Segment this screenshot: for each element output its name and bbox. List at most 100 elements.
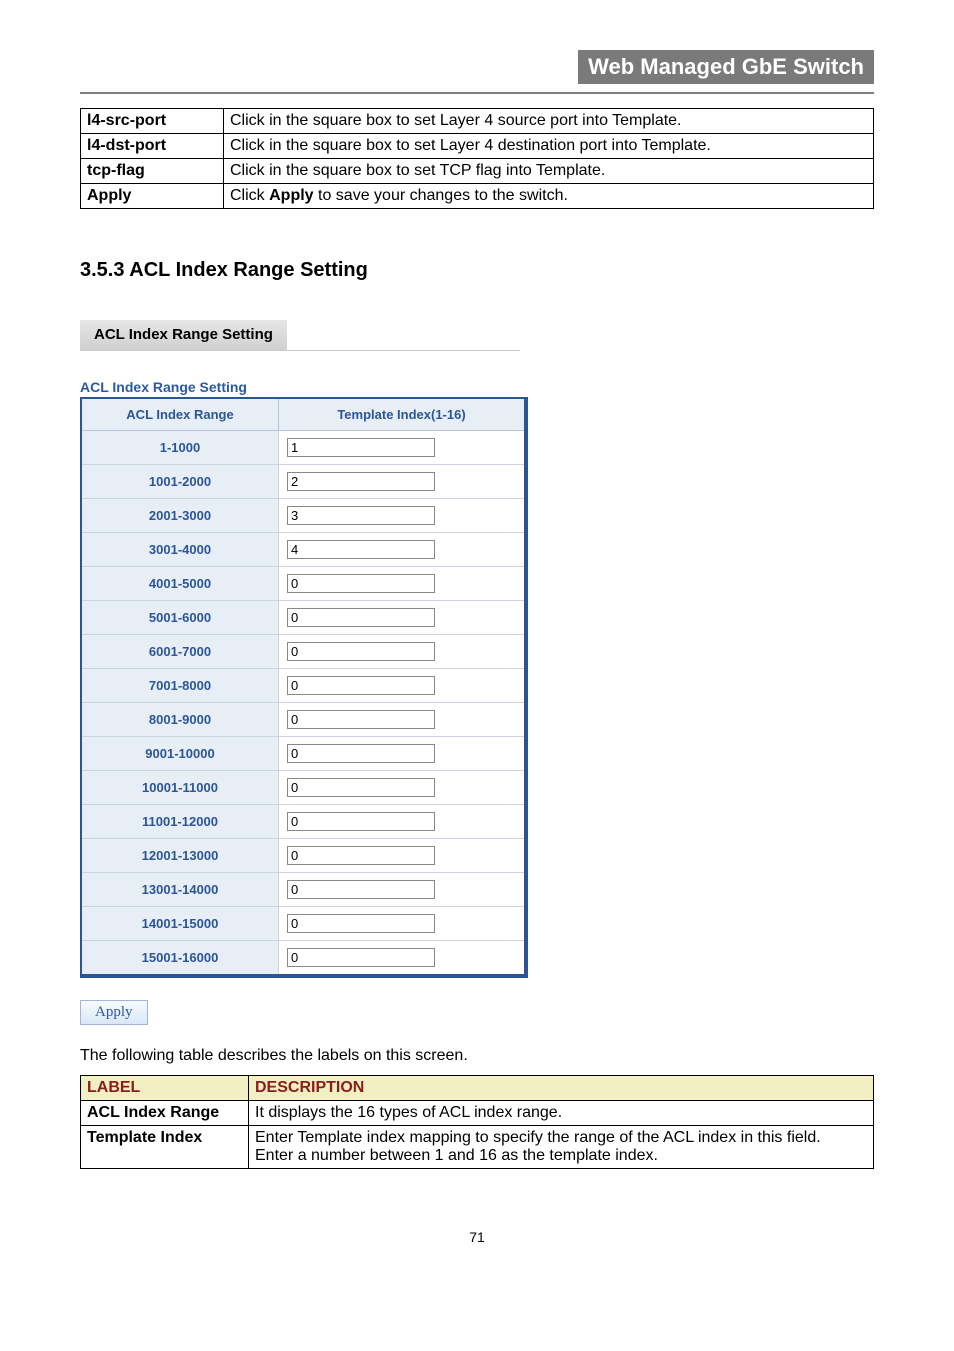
template-index-input[interactable]: [287, 744, 435, 763]
acl-range-cell: 11001-12000: [81, 805, 279, 839]
template-index-input[interactable]: [287, 506, 435, 525]
table-row: 14001-15000: [81, 907, 526, 941]
template-index-input[interactable]: [287, 676, 435, 695]
template-index-input[interactable]: [287, 710, 435, 729]
top-table-desc: Click in the square box to set TCP flag …: [224, 159, 874, 184]
header-title: Web Managed GbE Switch: [578, 50, 874, 84]
table-row: 6001-7000: [81, 635, 526, 669]
acl-value-cell: [279, 839, 527, 873]
acl-range-cell: 10001-11000: [81, 771, 279, 805]
template-index-input[interactable]: [287, 778, 435, 797]
acl-range-cell: 1001-2000: [81, 465, 279, 499]
acl-value-cell: [279, 907, 527, 941]
label-cell: ACL Index Range: [81, 1101, 249, 1126]
acl-value-cell: [279, 431, 527, 465]
acl-range-cell: 3001-4000: [81, 533, 279, 567]
table-row: 12001-13000: [81, 839, 526, 873]
acl-value-cell: [279, 737, 527, 771]
acl-value-cell: [279, 533, 527, 567]
table-row: 15001-16000: [81, 941, 526, 977]
acl-range-cell: 5001-6000: [81, 601, 279, 635]
table-row: Template IndexEnter Template index mappi…: [81, 1126, 874, 1169]
top-table-label: tcp-flag: [81, 159, 224, 184]
acl-range-cell: 8001-9000: [81, 703, 279, 737]
template-index-input[interactable]: [287, 880, 435, 899]
acl-value-cell: [279, 567, 527, 601]
top-table-desc: Click in the square box to set Layer 4 d…: [224, 134, 874, 159]
top-table-desc: Click Apply to save your changes to the …: [224, 184, 874, 209]
acl-range-cell: 7001-8000: [81, 669, 279, 703]
acl-range-cell: 2001-3000: [81, 499, 279, 533]
acl-col-template: Template Index(1-16): [279, 398, 527, 431]
acl-value-cell: [279, 873, 527, 907]
acl-range-cell: 13001-14000: [81, 873, 279, 907]
template-index-input[interactable]: [287, 608, 435, 627]
label-col-desc: DESCRIPTION: [249, 1076, 874, 1101]
section-heading: 3.5.3 ACL Index Range Setting: [80, 259, 874, 282]
acl-value-cell: [279, 941, 527, 977]
acl-range-cell: 15001-16000: [81, 941, 279, 977]
acl-range-cell: 6001-7000: [81, 635, 279, 669]
table-row: 7001-8000: [81, 669, 526, 703]
table-row: 5001-6000: [81, 601, 526, 635]
table-row: l4-dst-portClick in the square box to se…: [81, 134, 874, 159]
table-row: 1001-2000: [81, 465, 526, 499]
table-row: ACL Index RangeIt displays the 16 types …: [81, 1101, 874, 1126]
template-index-input[interactable]: [287, 846, 435, 865]
table-row: 13001-14000: [81, 873, 526, 907]
table-row: 10001-11000: [81, 771, 526, 805]
acl-range-cell: 1-1000: [81, 431, 279, 465]
template-index-input[interactable]: [287, 472, 435, 491]
table-row: 4001-5000: [81, 567, 526, 601]
acl-range-cell: 12001-13000: [81, 839, 279, 873]
header-underline: [80, 92, 874, 94]
table-row: 2001-3000: [81, 499, 526, 533]
desc-cell: Enter Template index mapping to specify …: [249, 1126, 874, 1169]
template-index-input[interactable]: [287, 642, 435, 661]
table-row: 9001-10000: [81, 737, 526, 771]
top-table-label: l4-dst-port: [81, 134, 224, 159]
top-table-label: l4-src-port: [81, 109, 224, 134]
table-row: 11001-12000: [81, 805, 526, 839]
apply-button[interactable]: Apply: [80, 1000, 148, 1025]
table-row: 1-1000: [81, 431, 526, 465]
page-number: 71: [80, 1229, 874, 1245]
acl-value-cell: [279, 601, 527, 635]
label-cell: Template Index: [81, 1126, 249, 1169]
header-bar: Web Managed GbE Switch: [80, 50, 874, 84]
tab-label: ACL Index Range Setting: [94, 326, 273, 343]
acl-value-cell: [279, 669, 527, 703]
table-row: ApplyClick Apply to save your changes to…: [81, 184, 874, 209]
table-row: l4-src-portClick in the square box to se…: [81, 109, 874, 134]
top-table: l4-src-portClick in the square box to se…: [80, 108, 874, 209]
desc-cell: It displays the 16 types of ACL index ra…: [249, 1101, 874, 1126]
top-table-desc: Click in the square box to set Layer 4 s…: [224, 109, 874, 134]
table-row: tcp-flagClick in the square box to set T…: [81, 159, 874, 184]
acl-index-range-table: ACL Index Range Template Index(1-16) 1-1…: [80, 397, 528, 978]
table-row: 8001-9000: [81, 703, 526, 737]
table-row: 3001-4000: [81, 533, 526, 567]
acl-value-cell: [279, 771, 527, 805]
template-index-input[interactable]: [287, 574, 435, 593]
acl-range-cell: 14001-15000: [81, 907, 279, 941]
label-col-label: LABEL: [81, 1076, 249, 1101]
template-index-input[interactable]: [287, 812, 435, 831]
template-index-input[interactable]: [287, 540, 435, 559]
acl-value-cell: [279, 805, 527, 839]
template-index-input[interactable]: [287, 438, 435, 457]
template-index-input[interactable]: [287, 914, 435, 933]
acl-value-cell: [279, 465, 527, 499]
acl-value-cell: [279, 635, 527, 669]
description-text: The following table describes the labels…: [80, 1047, 874, 1065]
acl-value-cell: [279, 499, 527, 533]
acl-range-cell: 9001-10000: [81, 737, 279, 771]
tab-wrapper: ACL Index Range Setting: [80, 320, 520, 351]
acl-value-cell: [279, 703, 527, 737]
acl-range-cell: 4001-5000: [81, 567, 279, 601]
top-table-label: Apply: [81, 184, 224, 209]
acl-col-range: ACL Index Range: [81, 398, 279, 431]
acl-table-caption: ACL Index Range Setting: [80, 379, 874, 395]
tab-acl-index-range[interactable]: ACL Index Range Setting: [80, 320, 287, 350]
label-description-table: LABEL DESCRIPTION ACL Index RangeIt disp…: [80, 1075, 874, 1169]
template-index-input[interactable]: [287, 948, 435, 967]
